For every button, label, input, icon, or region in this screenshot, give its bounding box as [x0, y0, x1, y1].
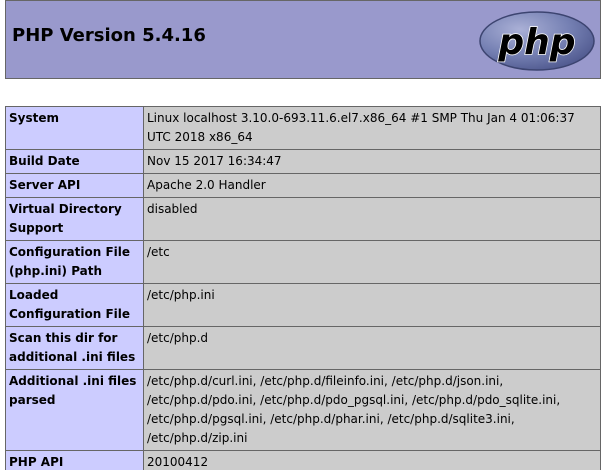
- row-value: Nov 15 2017 16:34:47: [143, 149, 601, 174]
- row-value: Linux localhost 3.10.0-693.11.6.el7.x86_…: [143, 106, 601, 150]
- row-label: Virtual Directory Support: [5, 197, 144, 241]
- row-value: Apache 2.0 Handler: [143, 173, 601, 198]
- row-label: System: [5, 106, 144, 150]
- page-header: PHP Version 5.4.16 php: [5, 0, 601, 79]
- row-label: PHP API: [5, 450, 144, 470]
- table-row: Loaded Configuration File/etc/php.ini: [5, 283, 601, 327]
- row-value: /etc/php.d: [143, 326, 601, 370]
- table-row: Scan this dir for additional .ini files /…: [5, 326, 601, 370]
- row-value: /etc/php.ini: [143, 283, 601, 327]
- row-label: Build Date: [5, 149, 144, 174]
- table-row: Additional .ini files parsed/etc/php.d/c…: [5, 369, 601, 451]
- row-value: /etc/php.d/curl.ini, /etc/php.d/fileinfo…: [143, 369, 601, 451]
- table-row: Virtual Directory Support disabled: [5, 197, 601, 241]
- row-label: Scan this dir for additional .ini files: [5, 326, 144, 370]
- page-title: PHP Version 5.4.16: [12, 25, 206, 46]
- row-value: /etc: [143, 240, 601, 284]
- table-row: PHP API 20100412: [5, 450, 601, 470]
- table-row: Server API Apache 2.0 Handler: [5, 173, 601, 198]
- row-label: Additional .ini files parsed: [5, 369, 144, 451]
- table-row: System Linux localhost 3.10.0-693.11.6.el…: [5, 106, 601, 150]
- logo-text: php: [497, 22, 575, 63]
- php-logo-icon[interactable]: php: [478, 10, 596, 72]
- row-label: Configuration File (php.ini) Path: [5, 240, 144, 284]
- row-value: disabled: [143, 197, 601, 241]
- table-row: Build Date Nov 15 2017 16:34:47: [5, 149, 601, 174]
- row-value: 20100412: [143, 450, 601, 470]
- phpinfo-page: PHP Version 5.4.16 php System Linux local…: [0, 0, 609, 470]
- row-label: Server API: [5, 173, 144, 198]
- info-table: System Linux localhost 3.10.0-693.11.6.el…: [5, 106, 601, 470]
- row-label: Loaded Configuration File: [5, 283, 144, 327]
- table-row: Configuration File (php.ini) Path/etc: [5, 240, 601, 284]
